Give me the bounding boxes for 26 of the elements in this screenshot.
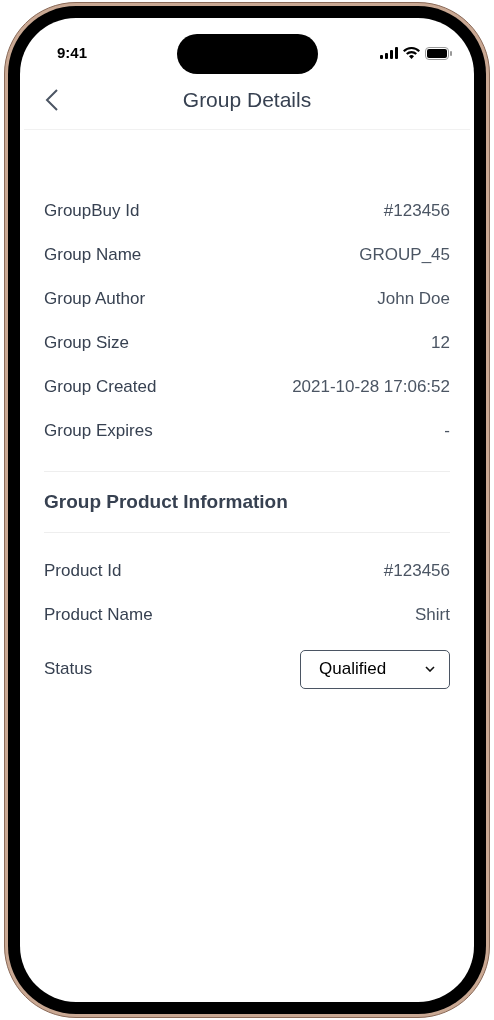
page-title: Group Details bbox=[182, 86, 312, 113]
field-value: - bbox=[444, 420, 450, 443]
battery-icon bbox=[425, 46, 452, 60]
field-value: 12 bbox=[431, 332, 450, 355]
field-value: 2021-10-28 17:06:52 bbox=[292, 376, 450, 399]
field-value: GROUP_45 bbox=[359, 244, 450, 267]
field-label: Group Author bbox=[44, 288, 146, 311]
wifi-icon bbox=[403, 47, 420, 59]
chevron-down-icon bbox=[425, 666, 435, 672]
section-title: Group Product Information bbox=[44, 489, 288, 514]
field-label: Status bbox=[44, 658, 93, 681]
field-label: Product Name bbox=[44, 604, 153, 627]
field-value: #123456 bbox=[383, 200, 450, 223]
signal-icon bbox=[380, 47, 398, 59]
status-time: 9:41 bbox=[57, 42, 88, 63]
field-label: Group Name bbox=[44, 244, 142, 267]
field-label: Group Size bbox=[44, 332, 130, 355]
field-value: #123456 bbox=[383, 560, 450, 583]
field-label: GroupBuy Id bbox=[44, 200, 140, 223]
field-label: Group Expires bbox=[44, 420, 153, 443]
field-label: Product Id bbox=[44, 560, 122, 583]
status-dropdown[interactable]: Qualified bbox=[300, 649, 450, 689]
field-value: Shirt bbox=[415, 604, 450, 627]
chevron-left-icon bbox=[45, 88, 59, 112]
field-value: John Doe bbox=[377, 288, 450, 311]
field-label: Group Created bbox=[44, 376, 157, 399]
